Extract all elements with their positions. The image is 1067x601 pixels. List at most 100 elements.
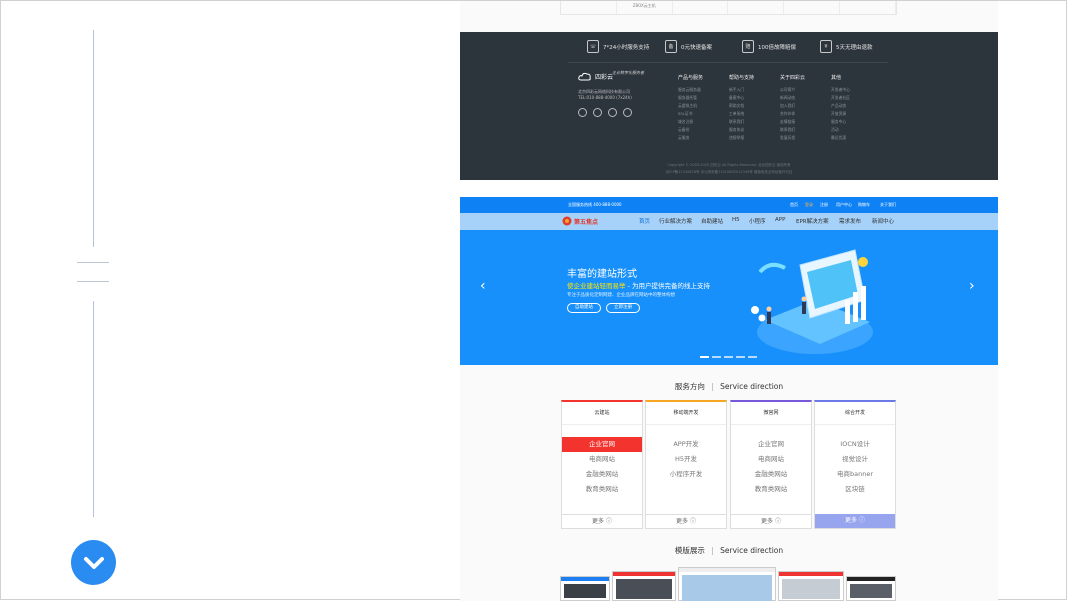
carousel-dot[interactable] (748, 356, 757, 358)
footer-link[interactable]: 开放资源 (831, 110, 850, 118)
card-item[interactable]: 金融类网站 (731, 467, 811, 482)
footer-link[interactable]: 活动 (831, 126, 850, 134)
carousel-dot[interactable] (736, 356, 745, 358)
isometric-laptop-illustration (751, 249, 873, 354)
feature-item: 备 0元快速备案 (665, 40, 712, 53)
more-button[interactable]: 更多 ⓘ (646, 514, 726, 528)
carousel-dot-active[interactable] (700, 356, 709, 358)
site-logo[interactable]: 第五焦点 (562, 216, 598, 226)
footer-link[interactable]: 发展历程 (780, 134, 805, 142)
footer-column: 产品与服务 服务云服务器 服务器托管 云虚拟主机 SSL证书 域名注册 云备份 … (678, 74, 703, 142)
footer-link[interactable]: 服务协议 (729, 126, 754, 134)
more-button[interactable]: 更多 ⓘ (731, 514, 811, 528)
topbar-link[interactable]: 用户中心 (836, 202, 852, 208)
template-thumbnail[interactable] (612, 571, 676, 601)
service-card[interactable]: 移动端开发 APP开发 H5开发 小程序开发 更多 ⓘ (645, 400, 727, 529)
self-build-button[interactable]: 自助建站 (567, 303, 601, 313)
footer-link[interactable]: 新手入门 (729, 86, 754, 94)
card-item[interactable]: 企业官网 (562, 437, 642, 452)
qq-icon[interactable] (608, 108, 617, 117)
chevron-down-icon (83, 556, 104, 569)
footer-link[interactable]: 最近优惠 (831, 134, 850, 142)
footer-column: 关于四彩云 公司简介 新闻动态 加入我们 合作伙伴 友情链接 联系我们 发展历程 (780, 74, 805, 142)
carousel-dot[interactable] (712, 356, 721, 358)
card-item[interactable]: 教育类网站 (562, 482, 642, 497)
footer-link[interactable]: 服务器托管 (678, 94, 703, 102)
nav-item[interactable]: EPR解决方案 (796, 217, 829, 225)
subtitle-rest: - 为用户提供完备的线上支持 (625, 282, 710, 290)
footer-link[interactable]: 域名注册 (678, 118, 703, 126)
footer-link[interactable]: 违规举报 (729, 134, 754, 142)
card-item[interactable]: 电商banner (815, 467, 895, 482)
service-card[interactable]: 综合开发 IOCN设计 视觉设计 电商banner 区块链 更多 ⓘ (814, 400, 896, 529)
footer-link[interactable]: 云服务 (678, 134, 703, 142)
card-item[interactable]: 电商网站 (562, 452, 642, 467)
nav-item[interactable]: 行业解决方案 (659, 217, 692, 225)
register-button[interactable]: 立即注册 (606, 303, 640, 313)
footer-link[interactable]: 服务中心 (831, 118, 850, 126)
template-thumbnail[interactable] (846, 576, 896, 601)
footer-link[interactable]: 开发者社区 (831, 94, 850, 102)
website-preview[interactable]: ZBOX云主机 ☏ 7*24小时服务支持 备 0元快速备案 赔 100倍故障赔偿 ¥5… (460, 1, 998, 601)
nav-item[interactable]: 自助建站 (701, 217, 723, 225)
more-button[interactable]: 更多 ⓘ (562, 514, 642, 528)
footer-link[interactable]: 合作伙伴 (780, 110, 805, 118)
feature-item: ☏ 7*24小时服务支持 (587, 40, 649, 53)
services-heading: 服务方向 | Service direction (460, 381, 998, 392)
top-strip: ZBOX云主机 (460, 1, 998, 32)
card-item[interactable]: 视觉设计 (815, 452, 895, 467)
footer-link[interactable]: SSL证书 (678, 110, 703, 118)
footer-link[interactable]: 云备份 (678, 126, 703, 134)
footer-link[interactable]: 服务云服务器 (678, 86, 703, 94)
nav-item[interactable]: APP (775, 217, 785, 223)
weibo-icon[interactable] (578, 108, 587, 117)
footer-link[interactable]: 联系我们 (729, 118, 754, 126)
template-thumbnails (560, 567, 898, 601)
prev-arrow-icon[interactable]: ‹ (480, 278, 486, 294)
topbar-link[interactable]: 购物车 (858, 202, 870, 208)
footer-link[interactable]: 新闻动态 (780, 94, 805, 102)
grid-cell (728, 1, 785, 14)
footer-link[interactable]: 加入我们 (780, 102, 805, 110)
footer-link[interactable]: 开发者中心 (831, 86, 850, 94)
template-thumbnail[interactable] (678, 567, 776, 601)
footer-link[interactable]: 工单系统 (729, 110, 754, 118)
more-button[interactable]: 更多 ⓘ (815, 514, 895, 528)
template-thumbnail[interactable] (778, 571, 844, 601)
footer-link[interactable]: 公司简介 (780, 86, 805, 94)
scroll-down-button[interactable] (71, 540, 116, 585)
card-item[interactable]: 金融类网站 (562, 467, 642, 482)
footer-link[interactable]: 联系我们 (780, 126, 805, 134)
template-thumbnail[interactable] (560, 576, 610, 601)
topbar-link[interactable]: 登录 (805, 202, 813, 208)
next-arrow-icon[interactable]: › (969, 278, 975, 294)
card-item[interactable]: 小程序开发 (646, 467, 726, 482)
grid-cell (673, 1, 729, 14)
footer-link[interactable]: 帮助文档 (729, 102, 754, 110)
card-item[interactable]: 电商网站 (731, 452, 811, 467)
card-item[interactable]: APP开发 (646, 437, 726, 452)
nav-item[interactable]: 小程序 (749, 217, 766, 225)
card-item[interactable]: H5开发 (646, 452, 726, 467)
carousel-dot[interactable] (724, 356, 733, 358)
topbar-link[interactable]: 注册 (820, 202, 828, 208)
topbar-link[interactable]: 关于我们 (880, 202, 896, 208)
footer-link[interactable]: 云虚拟主机 (678, 102, 703, 110)
topbar-link[interactable]: 首页 (790, 202, 798, 208)
wechat-icon[interactable] (593, 108, 602, 117)
email-icon[interactable] (623, 108, 632, 117)
nav-item[interactable]: 需求发布 (839, 217, 861, 225)
nav-item[interactable]: 新闻中心 (872, 217, 894, 225)
footer-link[interactable]: 产品动态 (831, 102, 850, 110)
card-item[interactable]: 企业官网 (731, 437, 811, 452)
hotline-text: 全国服务热线 400-888-0000 (568, 202, 622, 207)
footer-link[interactable]: 备案中心 (729, 94, 754, 102)
card-item[interactable]: 教育类网站 (731, 482, 811, 497)
card-item[interactable]: 区块链 (815, 482, 895, 497)
footer-link[interactable]: 友情链接 (780, 118, 805, 126)
service-card[interactable]: 云建站 企业官网 电商网站 金融类网站 教育类网站 更多 ⓘ (561, 400, 643, 529)
card-item[interactable]: IOCN设计 (815, 437, 895, 452)
service-card[interactable]: 微官网 企业官网 电商网站 金融类网站 教育类网站 更多 ⓘ (730, 400, 812, 529)
footer-logo[interactable]: 四彩云 (578, 72, 613, 81)
nav-item[interactable]: H5 (732, 217, 740, 223)
